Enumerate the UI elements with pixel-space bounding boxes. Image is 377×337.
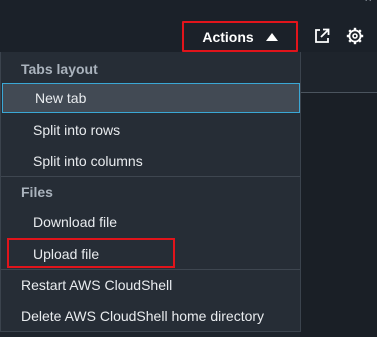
menu-item-split-columns[interactable]: Split into columns: [1, 146, 300, 176]
menu-item-split-rows[interactable]: Split into rows: [1, 115, 300, 145]
menu-item-new-tab[interactable]: New tab: [2, 83, 300, 113]
menu-item-label: New tab: [35, 90, 87, 106]
menu-item-label: Download file: [33, 214, 118, 230]
tab-bar-divider: [300, 92, 377, 93]
menu-item-label: Split into columns: [33, 153, 143, 169]
caret-up-icon: [265, 32, 278, 41]
menu-item-restart-cloudshell[interactable]: Restart AWS CloudShell: [1, 270, 300, 300]
cloudshell-actions-screen: ^ Actions Tabs layout New tab Split into…: [0, 0, 377, 337]
terminal-area: [300, 93, 377, 337]
menu-item-download-file[interactable]: Download file: [1, 207, 300, 237]
menu-item-label: Upload file: [33, 246, 100, 262]
actions-dropdown-menu: Tabs layout New tab Split into rows Spli…: [0, 52, 301, 332]
open-in-new-tab-icon[interactable]: [312, 26, 332, 46]
settings-gear-icon[interactable]: [345, 26, 365, 46]
menu-divider: [1, 176, 300, 177]
menu-item-delete-home-directory[interactable]: Delete AWS CloudShell home directory: [1, 301, 300, 331]
files-header: Files: [21, 184, 53, 200]
actions-label: Actions: [202, 28, 254, 45]
tabs-layout-header: Tabs layout: [21, 61, 98, 77]
top-toolbar: ^ Actions: [0, 0, 377, 52]
menu-item-upload-file[interactable]: Upload file: [1, 239, 300, 269]
menu-item-label: Restart AWS CloudShell: [21, 277, 173, 293]
actions-dropdown-button[interactable]: Actions: [182, 21, 298, 52]
menu-item-label: Split into rows: [33, 122, 121, 138]
menu-item-label: Delete AWS CloudShell home directory: [21, 308, 265, 324]
window-corner-glyph: ^: [365, 0, 371, 8]
